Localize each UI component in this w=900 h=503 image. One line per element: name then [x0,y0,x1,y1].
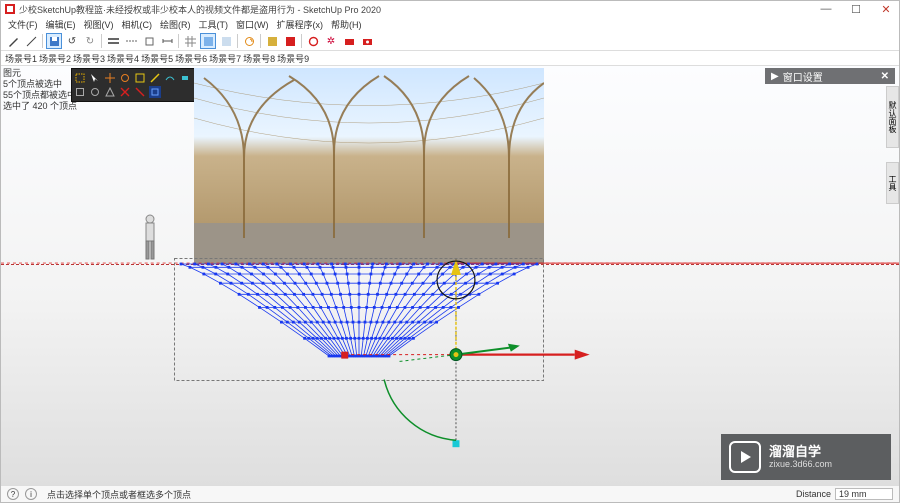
scene-tab-6[interactable]: 场景号6 [175,52,207,65]
scene-tab-9[interactable]: 场景号9 [277,52,309,65]
scene-tab-1[interactable]: 场景号1 [5,52,37,65]
tool-b-icon[interactable] [282,33,298,49]
main-toolbar: ↺ ↻ ✲ [1,32,899,51]
tool-xray-icon[interactable] [218,33,234,49]
menu-view[interactable]: 视图(V) [81,18,117,31]
tool-cam-icon[interactable] [359,33,375,49]
tool-grid-icon[interactable] [182,33,198,49]
tool-layers-icon[interactable] [105,33,121,49]
viewport[interactable]: 图元 5个顶点被选中 55个顶点都被选中 选中了 420 个顶点 [1,66,899,488]
help-icon[interactable]: ? [7,488,19,500]
minimize-button[interactable]: — [817,3,835,15]
distance-value[interactable]: 19 mm [835,488,893,500]
close-button[interactable]: ✕ [877,3,895,16]
menu-extensions[interactable]: 扩展程序(x) [274,18,327,31]
rotate-arc-icon[interactable] [384,380,456,441]
menu-draw[interactable]: 绘图(R) [157,18,194,31]
app-icon [5,4,15,14]
tool-edge-icon[interactable] [141,33,157,49]
tool-anim-icon[interactable] [241,33,257,49]
play-icon [729,441,761,473]
tool-face-icon[interactable] [200,33,216,49]
info-icon[interactable]: i [25,488,37,500]
menu-help[interactable]: 帮助(H) [328,18,365,31]
tool-redo-icon[interactable]: ↻ [82,33,98,49]
tool-gear-icon[interactable]: ✲ [323,33,339,49]
watermark-url: zixue.3d66.com [769,459,832,469]
menu-file[interactable]: 文件(F) [5,18,41,31]
tool-rotate-icon[interactable] [305,33,321,49]
menu-edit[interactable]: 编辑(E) [43,18,79,31]
menu-camera[interactable]: 相机(C) [119,18,156,31]
manipulator[interactable] [1,66,899,488]
tool-save-icon[interactable] [46,33,62,49]
scene-tab-4[interactable]: 场景号4 [107,52,139,65]
menu-tools[interactable]: 工具(T) [196,18,232,31]
menubar: 文件(F) 编辑(E) 视图(V) 相机(C) 绘图(R) 工具(T) 窗口(W… [1,17,899,32]
maximize-button[interactable]: ☐ [847,3,865,16]
tool-dash-icon[interactable] [123,33,139,49]
tool-a-icon[interactable] [264,33,280,49]
watermark: 溜溜自学 zixue.3d66.com [721,434,891,480]
tool-undo-icon[interactable]: ↺ [64,33,80,49]
tool-dim-icon[interactable] [159,33,175,49]
cyan-handle[interactable] [452,440,459,447]
scene-tab-3[interactable]: 场景号3 [73,52,105,65]
scene-tab-8[interactable]: 场景号8 [243,52,275,65]
statusbar: ? i 点击选择单个顶点或者框选多个顶点 Distance 19 mm [1,485,899,502]
status-hint: 点击选择单个顶点或者框选多个顶点 [47,488,191,501]
scene-tabs: 场景号1 场景号2 场景号3 场景号4 场景号5 场景号6 场景号7 场景号8 … [1,51,899,66]
scene-tab-2[interactable]: 场景号2 [39,52,71,65]
tool-line-icon[interactable] [23,33,39,49]
scene-tab-7[interactable]: 场景号7 [209,52,241,65]
scene-tab-5[interactable]: 场景号5 [141,52,173,65]
tool-folder-icon[interactable] [341,33,357,49]
distance-label: Distance [796,489,831,499]
menu-window[interactable]: 窗口(W) [233,18,272,31]
window-title: 少校SketchUp教程篮·未经授权或非少校本人的视频文件都是盗用行为 - Sk… [19,3,817,16]
watermark-brand: 溜溜自学 [769,445,832,459]
tool-pencil-icon[interactable] [5,33,21,49]
